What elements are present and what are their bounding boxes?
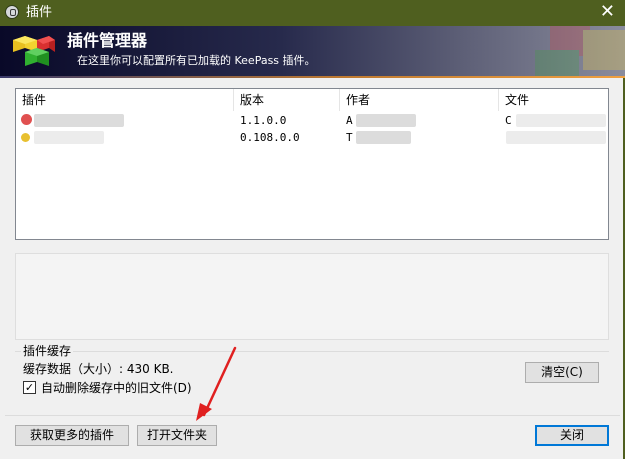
- get-more-plugins-button[interactable]: 获取更多的插件: [15, 425, 129, 446]
- plugin-cubes-icon: [13, 36, 55, 66]
- column-header-plugin[interactable]: 插件: [16, 89, 234, 111]
- banner-title: 插件管理器: [67, 31, 148, 50]
- banner-accent-line: [0, 76, 625, 78]
- cache-size-text: 缓存数据（大小）: 430 KB.: [23, 362, 174, 376]
- annotation-arrow-icon: [196, 346, 237, 421]
- plugin-row[interactable]: 0.108.0.0 T: [16, 129, 608, 146]
- plugin-version: 1.1.0.0: [240, 114, 287, 127]
- auto-delete-label[interactable]: 自动删除缓存中的旧文件(D): [41, 380, 192, 396]
- open-folder-button[interactable]: 打开文件夹: [137, 425, 217, 446]
- redacted-author: [356, 114, 416, 127]
- header-banner: 插件管理器 在这里你可以配置所有已加载的 KeePass 插件。: [0, 26, 625, 78]
- close-button[interactable]: 关闭: [535, 425, 609, 446]
- plugin-file: C: [505, 114, 512, 127]
- column-header-author[interactable]: 作者: [340, 89, 499, 111]
- plugin-cache-title: 插件缓存: [21, 344, 74, 358]
- plugin-author: T: [346, 131, 353, 144]
- plugin-row[interactable]: 1.1.0.0 A C: [16, 112, 608, 129]
- banner-subtitle: 在这里你可以配置所有已加载的 KeePass 插件。: [77, 54, 316, 67]
- auto-delete-checkbox[interactable]: ✓: [23, 381, 36, 394]
- keepass-lock-icon: [5, 5, 19, 19]
- column-header-file[interactable]: 文件: [499, 89, 608, 111]
- plugin-author: A: [346, 114, 353, 127]
- key-icon: [21, 133, 30, 142]
- column-header-version[interactable]: 版本: [234, 89, 340, 111]
- plugin-icon: [21, 114, 32, 125]
- plugin-cache-group: 插件缓存 缓存数据（大小）: 430 KB. ✓ 自动删除缓存中的旧文件(D) …: [15, 344, 609, 400]
- clear-cache-button[interactable]: 清空(C): [525, 362, 599, 383]
- plugin-list-header: 插件 版本 作者 文件: [16, 89, 608, 111]
- window-title: 插件: [26, 5, 53, 20]
- banner-cubes-decoration: [535, 26, 625, 78]
- plugin-list[interactable]: 插件 版本 作者 文件 1.1.0.0 A C 0.108.0.0 T: [15, 88, 609, 240]
- redacted-plugin-name: [34, 131, 104, 144]
- redacted-file: [506, 131, 606, 144]
- plugin-version: 0.108.0.0: [240, 131, 300, 144]
- redacted-plugin-name: [34, 114, 124, 127]
- plugin-description-area: [15, 253, 609, 340]
- redacted-author: [356, 131, 411, 144]
- button-bar-separator: [5, 415, 620, 416]
- close-icon[interactable]: ✕: [600, 2, 615, 22]
- redacted-file: [516, 114, 606, 127]
- title-bar[interactable]: 插件 ✕: [0, 0, 625, 26]
